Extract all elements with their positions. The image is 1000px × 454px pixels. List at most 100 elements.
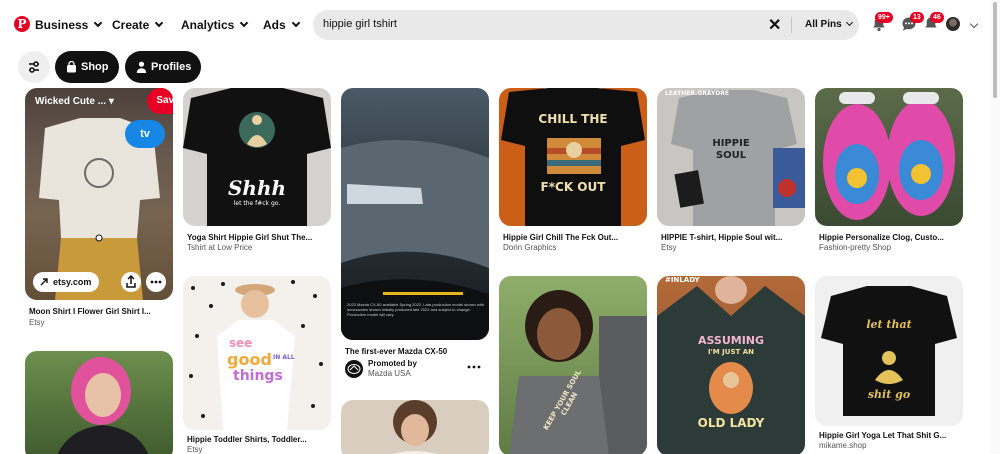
more-options-button[interactable]: [146, 272, 166, 292]
pin-title[interactable]: Hippie Toddler Shirts, Toddler...: [187, 435, 307, 444]
board-selector[interactable]: Wicked Cute ... ▾: [35, 96, 114, 107]
scrollbar-thumb[interactable]: [993, 2, 997, 98]
pin-source[interactable]: Etsy: [187, 445, 203, 454]
pin-source[interactable]: mikame.shop: [819, 441, 867, 450]
nav-ads-label: Ads: [263, 18, 286, 32]
promote-tv-button[interactable]: tv: [125, 120, 165, 148]
pin-image[interactable]: CHILL THE F*CK OUT: [499, 88, 647, 226]
chevron-down-icon: [291, 18, 300, 28]
source-link-label: etsy.com: [53, 277, 92, 287]
pin-source[interactable]: Tshirt at Low Price: [187, 243, 252, 252]
profiles-filter-label: Profiles: [151, 61, 192, 73]
pin-card-mazda-ad[interactable]: 2023 Mazda CX-50 available Spring 2022. …: [341, 88, 489, 388]
save-button[interactable]: Save: [147, 88, 173, 114]
pin-image[interactable]: Wicked Cute ... ▾ Save tv etsy.com: [25, 88, 173, 300]
girl-grey-tshirt-illustration: [509, 290, 647, 454]
pin-image[interactable]: [341, 400, 489, 454]
nav-business-label: Business: [35, 18, 89, 32]
pin-source[interactable]: Etsy: [661, 243, 677, 252]
updates-badge: 46: [930, 12, 944, 23]
pin-title[interactable]: Hippie Personalize Clog, Custo...: [819, 233, 944, 242]
filters-button[interactable]: [18, 51, 50, 83]
pin-card-chill-out[interactable]: CHILL THE F*CK OUT Hippie Girl Chill The…: [499, 88, 647, 258]
promoted-by-label: Promoted by: [368, 359, 417, 368]
nav-create[interactable]: Create: [112, 18, 164, 32]
pin-image[interactable]: 2023 Mazda CX-50 available Spring 2022. …: [341, 88, 489, 340]
pin-card-woman-tee[interactable]: [341, 400, 489, 454]
pin-card-hippie-soul[interactable]: LEATHER.GRAYDRE HIPPIE SOUL HIPPIE T-shi…: [657, 88, 805, 258]
pin-title[interactable]: Hippie Girl Yoga Let That Shit G...: [819, 431, 946, 440]
pin-card-moon-shirt[interactable]: Wicked Cute ... ▾ Save tv etsy.com Moon …: [25, 88, 173, 327]
shopping-bag-icon: [67, 61, 76, 73]
tv-label: tv: [140, 128, 150, 140]
pin-card-yoga-shirt[interactable]: Shhh let the f#ck go. Yoga Shirt Hippie …: [183, 88, 331, 252]
shirt-text-good: good: [227, 350, 272, 369]
pin-image[interactable]: let that shit go: [815, 276, 963, 426]
black-tshirt-chill-illustration: [499, 88, 647, 226]
shirt-text-in-all: IN ALL: [273, 354, 295, 361]
pin-title[interactable]: The first-ever Mazda CX-50: [345, 347, 447, 356]
shirt-text-things: things: [233, 368, 283, 384]
pin-card-pink-hair[interactable]: [25, 351, 173, 454]
pin-grid: Wicked Cute ... ▾ Save tv etsy.com Moon …: [0, 88, 990, 454]
mazda-logo-icon: [347, 364, 361, 374]
pin-image[interactable]: Shhh let the f#ck go.: [183, 88, 331, 226]
pin-title[interactable]: HIPPIE T-shirt, Hippie Soul wit...: [661, 233, 782, 242]
messages-badge: 13: [910, 12, 924, 23]
nav-create-label: Create: [112, 18, 150, 32]
woman-portrait-illustration: [392, 400, 438, 454]
board-name: Wicked Cute ...: [35, 96, 107, 107]
nav-analytics[interactable]: Analytics: [181, 18, 249, 32]
search-scope-label: All Pins: [805, 19, 842, 30]
shop-filter-button[interactable]: Shop: [55, 51, 119, 83]
user-avatar[interactable]: [946, 17, 960, 31]
source-link-chip[interactable]: etsy.com: [33, 272, 100, 292]
search-bar[interactable]: hippie girl tshirt ✕ All Pins: [313, 10, 859, 40]
pin-image[interactable]: [25, 351, 173, 454]
pin-card-hippie-clog[interactable]: Hippie Personalize Clog, Custo... Fashio…: [815, 88, 963, 258]
black-tshirt-yoga-illustration: [821, 286, 957, 416]
pin-card-old-lady[interactable]: #INLADY ASSUMING I'M JUST AN OLD LADY: [657, 276, 805, 454]
nav-business[interactable]: Business: [35, 18, 103, 32]
ellipsis-icon[interactable]: [467, 364, 481, 370]
pin-title[interactable]: Hippie Girl Chill The Fck Out...: [503, 233, 618, 242]
pinterest-logo-icon[interactable]: P: [14, 16, 30, 32]
account-chevron-down-icon[interactable]: [969, 19, 979, 29]
pin-card-let-that-go[interactable]: let that shit go Hippie Girl Yoga Let Th…: [815, 276, 963, 454]
pin-source[interactable]: Etsy: [29, 318, 45, 327]
profiles-filter-button[interactable]: Profiles: [125, 51, 201, 83]
pin-source[interactable]: Fashion-pretty Shop: [819, 243, 891, 252]
page-scrollbar[interactable]: [990, 0, 1000, 454]
search-input[interactable]: hippie girl tshirt: [323, 18, 397, 30]
pink-haired-woman-illustration: [57, 357, 149, 454]
chevron-down-icon: [94, 18, 103, 28]
shirt-text-hippie: HIPPIE: [712, 138, 750, 149]
sliders-icon: [29, 61, 39, 73]
pin-title[interactable]: Yoga Shirt Hippie Girl Shut The...: [187, 233, 312, 242]
shirt-text-chill-out: F*CK OUT: [540, 180, 606, 194]
search-divider: [791, 17, 792, 33]
pin-image[interactable]: see good IN ALL things: [183, 276, 331, 430]
pin-title[interactable]: Moon Shirt I Flower Girl Shirt I...: [29, 307, 151, 316]
advertiser-avatar[interactable]: [345, 360, 363, 378]
search-scope-dropdown[interactable]: All Pins: [805, 18, 853, 30]
pin-image[interactable]: LEATHER.GRAYDRE HIPPIE SOUL: [657, 88, 805, 226]
chevron-down-icon: [240, 18, 249, 28]
pin-card-girl-soul-shirt[interactable]: KEEP YOUR SOUL CLEAN: [499, 276, 647, 454]
pin-image[interactable]: [815, 88, 963, 226]
pin-image[interactable]: #INLADY ASSUMING I'M JUST AN OLD LADY: [657, 276, 805, 454]
clear-search-icon[interactable]: ✕: [768, 15, 781, 35]
shirt-text-let-that: let that: [866, 318, 912, 331]
pin-card-toddler-shirt[interactable]: see good IN ALL things Hippie Toddler Sh…: [183, 276, 331, 454]
share-button[interactable]: [121, 272, 141, 292]
tie-dye-clogs-illustration: [823, 92, 955, 220]
pin-source[interactable]: Dorin Graphics: [503, 243, 556, 252]
chevron-down-icon: [155, 18, 164, 28]
advertiser-name[interactable]: Mazda USA: [368, 369, 411, 378]
share-icon: [126, 274, 136, 288]
shirt-text-chill: CHILL THE: [538, 112, 608, 126]
nav-ads[interactable]: Ads: [263, 18, 300, 32]
pin-image[interactable]: KEEP YOUR SOUL CLEAN: [499, 276, 647, 454]
nav-analytics-label: Analytics: [181, 18, 235, 32]
shirt-text-inlady: #INLADY: [665, 276, 700, 284]
